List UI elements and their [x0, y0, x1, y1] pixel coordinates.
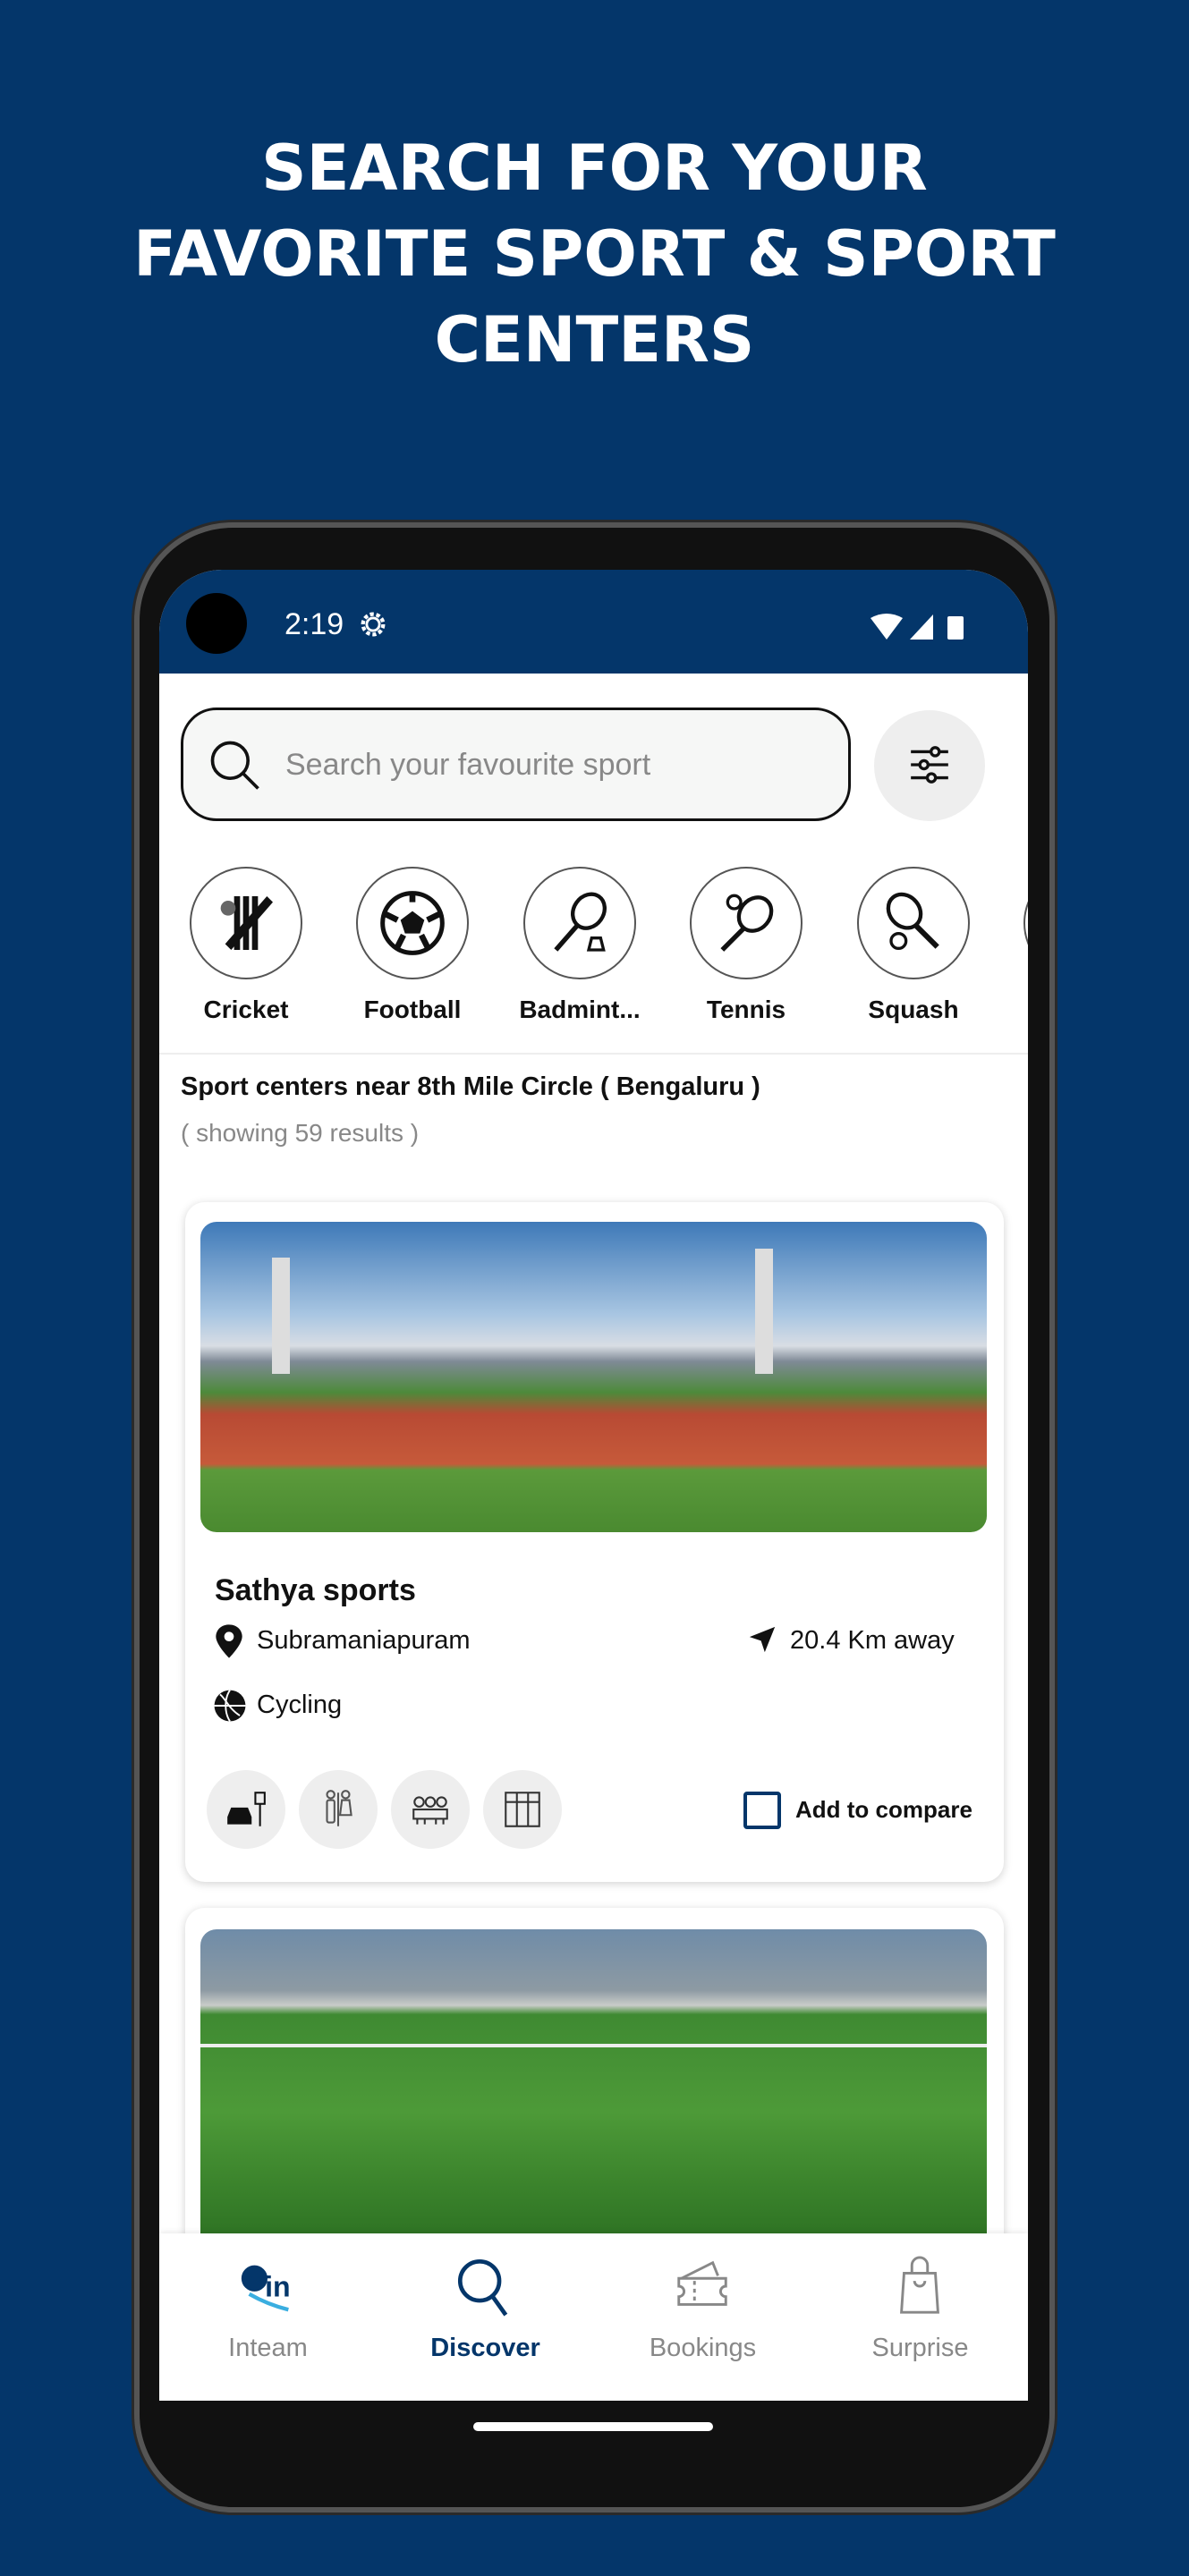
locker-icon [505, 1792, 540, 1827]
sport-category-b[interactable] [1023, 867, 1028, 979]
ticket-icon [677, 2260, 727, 2306]
search-icon [210, 741, 259, 790]
status-time: 2:19 [285, 607, 344, 641]
signal-icon [910, 614, 933, 640]
sport-center-card[interactable]: Sathya sports Subramaniapuram 20.4 Km aw… [185, 1202, 1004, 1882]
sport-category-label: Football [363, 996, 462, 1023]
center-sport: Cycling [257, 1690, 343, 1719]
amenity-seating [391, 1770, 470, 1849]
cricket-icon [220, 896, 273, 950]
divider [159, 1053, 1028, 1055]
bottom-navigation: in Inteam Discover Bookings Surprise [159, 2233, 1028, 2401]
sport-category-tennis[interactable] [690, 867, 803, 979]
search-placeholder: Search your favourite sport [285, 748, 651, 782]
status-icons [871, 614, 964, 640]
search-input[interactable]: Search your favourite sport [181, 708, 851, 821]
floodlight-tower [755, 1249, 773, 1374]
sport-category-label: Badmint... [519, 996, 641, 1023]
football-icon [380, 891, 445, 955]
parking-icon [227, 1792, 266, 1826]
phone-screen: 2:19 Search your favourite sport Cricket… [159, 570, 1028, 2401]
status-bar: 2:19 [159, 570, 1028, 674]
compare-label[interactable]: Add to compare [795, 1796, 972, 1824]
shopping-bag-icon [900, 2256, 939, 2314]
results-count: ( showing 59 results ) [181, 1119, 420, 1147]
restroom-icon [326, 1790, 352, 1826]
sport-category-label: Squash [868, 996, 959, 1023]
tennis-icon [720, 894, 774, 952]
nav-bookings[interactable]: Bookings [594, 2233, 811, 2401]
squash-icon [886, 892, 939, 950]
location-pin-icon [216, 1624, 242, 1658]
badminton-icon [554, 892, 607, 952]
sport-category-squash[interactable] [857, 867, 970, 979]
nav-discover[interactable]: Discover [377, 2233, 594, 2401]
sport-center-image [200, 1929, 987, 2233]
amenity-locker [483, 1770, 562, 1849]
nav-inteam[interactable]: in Inteam [159, 2233, 377, 2401]
settings-icon [361, 612, 386, 637]
floodlight-tower [272, 1258, 290, 1374]
seating-icon [412, 1796, 448, 1825]
camera-cutout [186, 593, 247, 654]
sport-category-label: B [999, 996, 1028, 1024]
amenity-restroom [299, 1770, 378, 1849]
compare-checkbox[interactable] [743, 1792, 781, 1829]
filter-button[interactable] [874, 710, 985, 821]
inteam-logo-icon: in [241, 2265, 291, 2312]
promo-headline: SEARCH FOR YOUR FAVORITE SPORT & SPORT C… [133, 131, 1056, 377]
sport-category-cricket[interactable] [190, 867, 302, 979]
center-name: Sathya sports [215, 1573, 416, 1607]
sport-category-label: Cricket [203, 996, 289, 1023]
sport-ball-icon [214, 1690, 246, 1722]
battery-icon [947, 616, 964, 640]
amenity-parking [207, 1770, 285, 1849]
sport-category-badmint[interactable] [523, 867, 636, 979]
sliders-icon [911, 746, 948, 784]
sport-category-football[interactable] [356, 867, 469, 979]
nav-surprise[interactable]: Surprise [811, 2233, 1028, 2401]
sport-category-label: Tennis [706, 996, 786, 1023]
sport-center-card[interactable] [185, 1908, 1004, 2266]
navigation-arrow-icon [749, 1626, 776, 1653]
wifi-icon [871, 614, 903, 640]
svg-text:in: in [265, 2271, 291, 2303]
home-indicator[interactable] [473, 2422, 713, 2431]
search-icon [457, 2258, 508, 2317]
center-distance: 20.4 Km away [790, 1626, 955, 1655]
center-location: Subramaniapuram [257, 1626, 471, 1655]
sport-center-image [200, 1222, 987, 1532]
field-line [200, 2044, 987, 2047]
results-heading: Sport centers near 8th Mile Circle ( Ben… [181, 1072, 760, 1101]
